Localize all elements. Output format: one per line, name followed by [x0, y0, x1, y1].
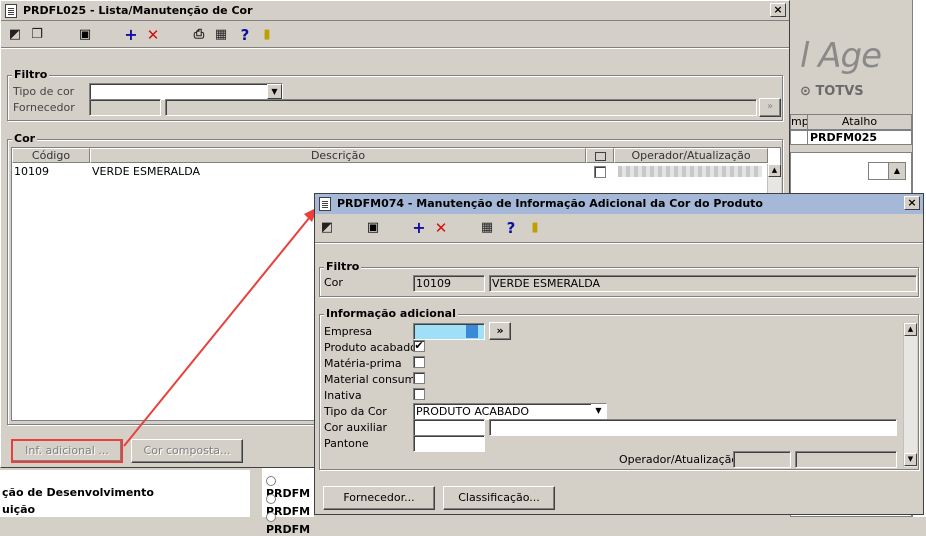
scroll-up-icon[interactable]: ▲ — [904, 323, 917, 336]
materia-prima-label: Matéria-prima — [324, 357, 402, 370]
cor-auxiliar-code-field[interactable] — [413, 419, 485, 436]
pantone-label: Pantone — [324, 437, 369, 450]
cor-description-field: VERDE ESMERALDA — [489, 275, 917, 292]
fornecedor-button[interactable]: Fornecedor... — [323, 486, 435, 510]
inativa-checkbox[interactable] — [413, 388, 425, 400]
help-icon[interactable]: ? — [503, 220, 519, 236]
window-icon — [319, 197, 331, 211]
save-icon[interactable]: ▣ — [365, 220, 381, 236]
cor-auxiliar-label: Cor auxiliar — [324, 421, 388, 434]
info-window-titlebar[interactable]: PRDFM074 - Manutenção de Informação Adic… — [315, 194, 923, 214]
produto-acabado-label: Produto acabado — [324, 341, 417, 354]
info-window-title: PRDFM074 - Manutenção de Informação Adic… — [337, 197, 763, 210]
info-filter-label: Filtro — [324, 260, 362, 273]
atualizacao-field — [795, 451, 897, 468]
info-scrollbar[interactable]: ▲ ▼ — [903, 323, 917, 467]
info-window: PRDFM074 - Manutenção de Informação Adic… — [314, 193, 924, 515]
info-additional-group: Informação adicional — [319, 307, 919, 470]
add-icon[interactable]: + — [411, 220, 427, 236]
empresa-selection — [466, 325, 478, 338]
operador-field — [733, 451, 791, 468]
cor-code-field: 10109 — [413, 275, 485, 292]
empresa-label: Empresa — [324, 325, 373, 338]
empresa-field[interactable] — [413, 323, 485, 340]
inativa-label: Inativa — [324, 389, 362, 402]
empresa-lookup-button[interactable]: » — [489, 322, 511, 340]
cor-label: Cor — [324, 276, 343, 289]
table-icon[interactable]: ▦ — [479, 220, 495, 236]
scroll-down-icon[interactable]: ▼ — [904, 453, 917, 466]
operador-label: Operador/Atualização — [619, 453, 739, 466]
exit-icon[interactable]: ▮ — [527, 220, 543, 236]
chevron-down-icon[interactable]: ▼ — [591, 404, 606, 419]
info-toolbar: ◩ ▣ + ✕ ▦ ? ▮ — [315, 214, 923, 240]
annotation-arrow-line — [123, 211, 315, 447]
material-consumo-checkbox[interactable] — [413, 372, 425, 384]
info-additional-label: Informação adicional — [324, 307, 458, 320]
select-icon[interactable]: ◩ — [319, 220, 335, 236]
delete-icon[interactable]: ✕ — [433, 220, 449, 236]
close-icon[interactable]: × — [904, 196, 920, 210]
pantone-field[interactable] — [413, 435, 485, 452]
produto-acabado-checkbox[interactable]: ✔ — [413, 340, 425, 352]
tipo-cor-label: Tipo da Cor — [324, 405, 387, 418]
toolbar-divider — [315, 242, 923, 243]
material-consumo-label: Material consumo — [324, 373, 423, 386]
cor-auxiliar-name-field[interactable] — [489, 419, 897, 436]
classificacao-button[interactable]: Classificação... — [443, 486, 555, 510]
tipo-cor-select[interactable]: PRODUTO ACABADO ▼ — [413, 403, 607, 420]
tipo-cor-value: PRODUTO ACABADO — [416, 405, 530, 418]
materia-prima-checkbox[interactable] — [413, 356, 425, 368]
